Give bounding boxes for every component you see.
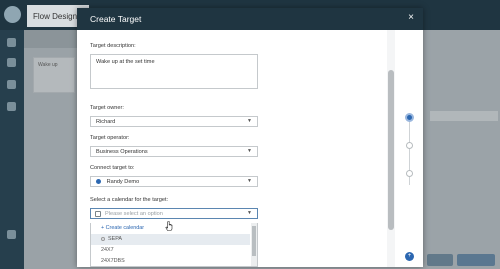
calendar-label: Select a calendar for the target: xyxy=(90,197,169,203)
sidebar-settings-icon[interactable] xyxy=(7,102,16,111)
description-label: Target description: xyxy=(90,43,136,49)
chevron-down-icon: ▼ xyxy=(247,148,252,154)
operator-label: Target operator: xyxy=(90,135,130,141)
radio-icon xyxy=(101,236,105,241)
owner-label: Target owner: xyxy=(90,105,124,111)
modal-header: Create Target × xyxy=(77,8,423,30)
owner-select[interactable]: Richard ▼ xyxy=(90,116,258,127)
chevron-down-icon: ▼ xyxy=(247,178,252,184)
description-field[interactable]: Wake up at the set time xyxy=(90,54,258,89)
stepper-step[interactable] xyxy=(406,170,413,177)
operator-select[interactable]: Business Operations ▼ xyxy=(90,146,258,157)
hand-cursor-icon xyxy=(165,221,173,231)
properties-panel xyxy=(423,30,500,269)
connect-value: Randy Demo xyxy=(106,179,140,185)
sidebar-user-icon[interactable] xyxy=(7,230,16,239)
create-target-modal: Create Target × Target description: Wake… xyxy=(77,8,423,267)
calendar-option[interactable]: 24X7 xyxy=(91,245,250,256)
sidebar-flow-icon[interactable] xyxy=(7,58,16,67)
chevron-down-icon: ▼ xyxy=(247,118,252,124)
properties-field[interactable] xyxy=(430,111,498,121)
app-logo-icon xyxy=(4,6,21,23)
panel-button-primary[interactable] xyxy=(457,254,495,266)
owner-value: Richard xyxy=(96,119,116,125)
calendar-placeholder: Please select an option xyxy=(105,211,163,217)
modal-scrollbar[interactable] xyxy=(387,30,395,267)
help-icon[interactable]: + xyxy=(405,252,414,261)
panel-button-secondary[interactable] xyxy=(427,254,453,266)
modal-scrollbar-thumb[interactable] xyxy=(388,70,394,230)
connect-select[interactable]: Randy Demo ▼ xyxy=(90,176,258,187)
sidebar-target-icon[interactable] xyxy=(7,80,16,89)
calendar-dropdown: + Create calendar SEPA 24X7 24X7DBS xyxy=(90,223,258,267)
calendar-option[interactable]: SEPA xyxy=(91,234,250,245)
connect-label: Connect target to: xyxy=(90,165,135,171)
calendar-select[interactable]: Please select an option ▼ xyxy=(90,208,258,219)
stepper-step[interactable] xyxy=(406,142,413,149)
sidebar-home-icon[interactable] xyxy=(7,38,16,47)
stepper-step-active[interactable] xyxy=(405,113,414,122)
dropdown-scrollbar-thumb[interactable] xyxy=(252,226,256,256)
close-icon[interactable]: × xyxy=(405,12,417,24)
operator-value: Business Operations xyxy=(96,149,148,155)
modal-body: Target description: Wake up at the set t… xyxy=(77,30,423,267)
checkbox-icon xyxy=(95,211,101,217)
flow-card[interactable]: Wake up xyxy=(33,57,75,93)
app-sidebar xyxy=(0,30,24,269)
modal-title: Create Target xyxy=(90,14,142,24)
chevron-down-icon: ▼ xyxy=(247,210,252,216)
link-dot-icon xyxy=(96,179,101,185)
calendar-option-label: SEPA xyxy=(108,236,122,242)
calendar-option[interactable]: 24X7DBS xyxy=(91,256,250,266)
dropdown-scrollbar[interactable] xyxy=(251,223,257,266)
